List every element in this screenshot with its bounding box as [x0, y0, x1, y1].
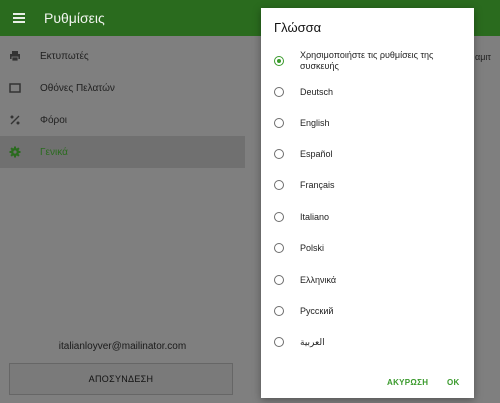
percent-icon — [9, 114, 21, 126]
language-option-deutsch[interactable]: Deutsch — [261, 85, 474, 99]
language-option-russian[interactable]: Русский — [261, 304, 474, 318]
language-option-label: Русский — [300, 305, 334, 316]
printer-icon — [9, 50, 21, 62]
radio-button[interactable] — [274, 275, 284, 285]
sidebar-item-label: Γενικά — [40, 146, 68, 158]
language-option-label: العربية — [300, 336, 325, 347]
language-option-label: Χρησιμοποιήστε τις ρυθμίσεις της συσκευή… — [300, 50, 434, 71]
logout-button[interactable]: ΑΠΟΣΥΝΔΕΣΗ — [9, 363, 233, 395]
background-text-fragment: αμιτ — [475, 52, 491, 62]
sidebar-item-general[interactable]: Γενικά — [0, 136, 245, 168]
language-option-label: Italiano — [300, 211, 330, 222]
radio-button[interactable] — [274, 243, 284, 253]
language-option-label: Polski — [300, 242, 325, 253]
sidebar: Εκτυπωτές Οθόνες Πελατών Φόροι Γενικά it… — [0, 36, 245, 403]
language-option-label: Ελληνικά — [300, 274, 337, 285]
radio-button[interactable] — [274, 149, 284, 159]
page-title: Ρυθμίσεις — [44, 10, 105, 26]
language-option-label: English — [300, 117, 330, 128]
dialog-title: Γλώσσα — [274, 20, 322, 35]
language-option-arabic[interactable]: العربية — [261, 335, 474, 349]
language-option-label: Deutsch — [300, 86, 334, 97]
radio-button-checked[interactable] — [274, 56, 284, 66]
display-icon — [9, 82, 21, 94]
language-option-espanol[interactable]: Español — [261, 147, 474, 161]
radio-button[interactable] — [274, 87, 284, 97]
sidebar-item-label: Φόροι — [40, 114, 68, 126]
radio-button[interactable] — [274, 212, 284, 222]
sidebar-item-label: Οθόνες Πελατών — [40, 82, 115, 94]
language-option-device[interactable]: Χρησιμοποιήστε τις ρυθμίσεις της συσκευή… — [261, 50, 474, 72]
language-option-polski[interactable]: Polski — [261, 241, 474, 255]
language-option-greek[interactable]: Ελληνικά — [261, 273, 474, 287]
radio-button[interactable] — [274, 118, 284, 128]
ok-button[interactable]: OK — [447, 378, 460, 387]
language-option-english[interactable]: English — [261, 116, 474, 130]
sidebar-item-printers[interactable]: Εκτυπωτές — [0, 40, 245, 72]
language-option-italiano[interactable]: Italiano — [261, 210, 474, 224]
radio-button[interactable] — [274, 337, 284, 347]
dialog-actions: ΑΚΥΡΩΣΗ OK — [261, 378, 474, 394]
radio-button[interactable] — [274, 306, 284, 316]
account-email: italianloyver@mailinator.com — [58, 341, 187, 352]
sidebar-item-customer-displays[interactable]: Οθόνες Πελατών — [0, 72, 245, 104]
gear-icon — [9, 146, 21, 158]
radio-button[interactable] — [274, 180, 284, 190]
sidebar-item-label: Εκτυπωτές — [40, 50, 89, 62]
language-option-label: Español — [300, 148, 333, 159]
language-option-label: Français — [300, 179, 335, 190]
language-dialog: Γλώσσα Χρησιμοποιήστε τις ρυθμίσεις της … — [261, 8, 474, 398]
menu-icon[interactable] — [13, 11, 25, 25]
language-option-francais[interactable]: Français — [261, 178, 474, 192]
cancel-button[interactable]: ΑΚΥΡΩΣΗ — [387, 378, 428, 387]
sidebar-item-taxes[interactable]: Φόροι — [0, 104, 245, 136]
